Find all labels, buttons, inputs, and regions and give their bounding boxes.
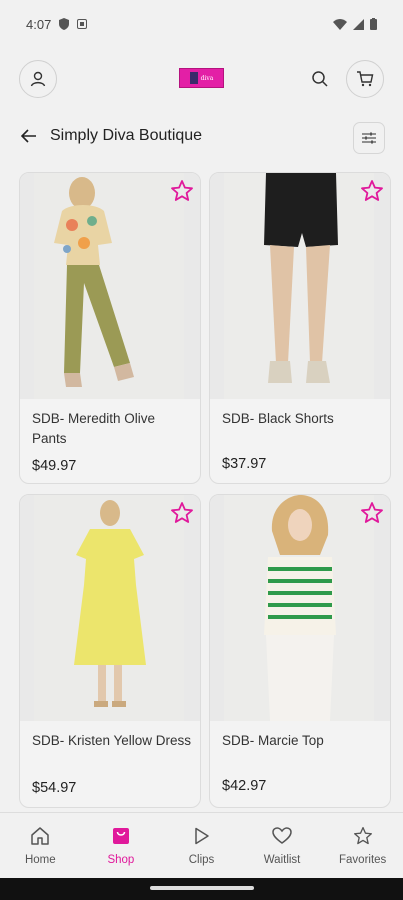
star-icon [353, 827, 372, 845]
account-button[interactable] [19, 60, 57, 98]
favorite-star-icon[interactable] [360, 179, 384, 203]
product-price: $49.97 [32, 458, 77, 474]
store-title: Simply Diva Boutique [50, 127, 203, 144]
nav-favorites[interactable]: Favorites [322, 813, 403, 878]
product-name: SDB- Black Shorts [222, 411, 334, 426]
nav-label: Home [24, 854, 56, 866]
status-time: 4:07 [26, 16, 52, 32]
search-icon [312, 71, 328, 87]
cart-icon [357, 71, 374, 87]
play-icon [195, 827, 210, 845]
nav-label: Shop [107, 854, 135, 866]
product-name: SDB- Kristen Yellow Dress [32, 733, 192, 748]
favorite-star-icon[interactable] [360, 501, 384, 525]
search-button[interactable] [308, 67, 332, 91]
app-header: diva [0, 48, 403, 110]
product-card[interactable]: SDB- Black Shorts $37.97 [209, 172, 391, 484]
home-icon [31, 827, 50, 845]
nav-label: Waitlist [263, 854, 301, 866]
product-price: $37.97 [222, 456, 267, 472]
product-price: $54.97 [32, 780, 77, 796]
system-navigation-area [0, 878, 403, 900]
nav-label: Clips [188, 854, 215, 866]
product-image [20, 173, 200, 399]
product-image [210, 173, 390, 399]
heart-icon [272, 827, 292, 844]
shop-bag-icon [112, 828, 129, 844]
wifi-icon [333, 18, 347, 30]
product-card[interactable]: SDB- Meredith Olive Pants $49.97 [19, 172, 201, 484]
battery-icon [370, 18, 377, 30]
nav-shop[interactable]: Shop [81, 813, 162, 878]
product-card[interactable]: SDB- Kristen Yellow Dress $54.97 [19, 494, 201, 808]
product-image [20, 495, 200, 721]
product-image [210, 495, 390, 721]
shield-status-icon [59, 18, 70, 30]
bottom-navigation: Home Shop Clips Waitlist Favorites [0, 812, 403, 878]
nav-label: Favorites [339, 854, 387, 866]
product-name: SDB- Marcie Top [222, 733, 324, 748]
home-gesture-bar[interactable] [150, 886, 254, 890]
filter-sliders-icon [362, 132, 376, 144]
store-title-bar: Simply Diva Boutique [0, 116, 403, 156]
back-arrow-icon [21, 129, 36, 143]
product-price: $42.97 [222, 778, 267, 794]
favorite-star-icon[interactable] [170, 501, 194, 525]
notification-status-icon [77, 19, 88, 29]
nav-clips[interactable]: Clips [161, 813, 242, 878]
cart-button[interactable] [346, 60, 384, 98]
nav-home[interactable]: Home [0, 813, 81, 878]
store-logo[interactable]: diva [179, 68, 224, 88]
signal-icon [353, 18, 364, 30]
product-name: SDB- Meredith Olive Pants [32, 411, 156, 446]
account-icon [30, 71, 46, 87]
status-bar: 4:07 [0, 0, 403, 48]
favorite-star-icon[interactable] [170, 179, 194, 203]
product-card[interactable]: SDB- Marcie Top $42.97 [209, 494, 391, 808]
filter-button[interactable] [353, 122, 385, 154]
back-button[interactable] [18, 125, 40, 147]
nav-waitlist[interactable]: Waitlist [242, 813, 323, 878]
